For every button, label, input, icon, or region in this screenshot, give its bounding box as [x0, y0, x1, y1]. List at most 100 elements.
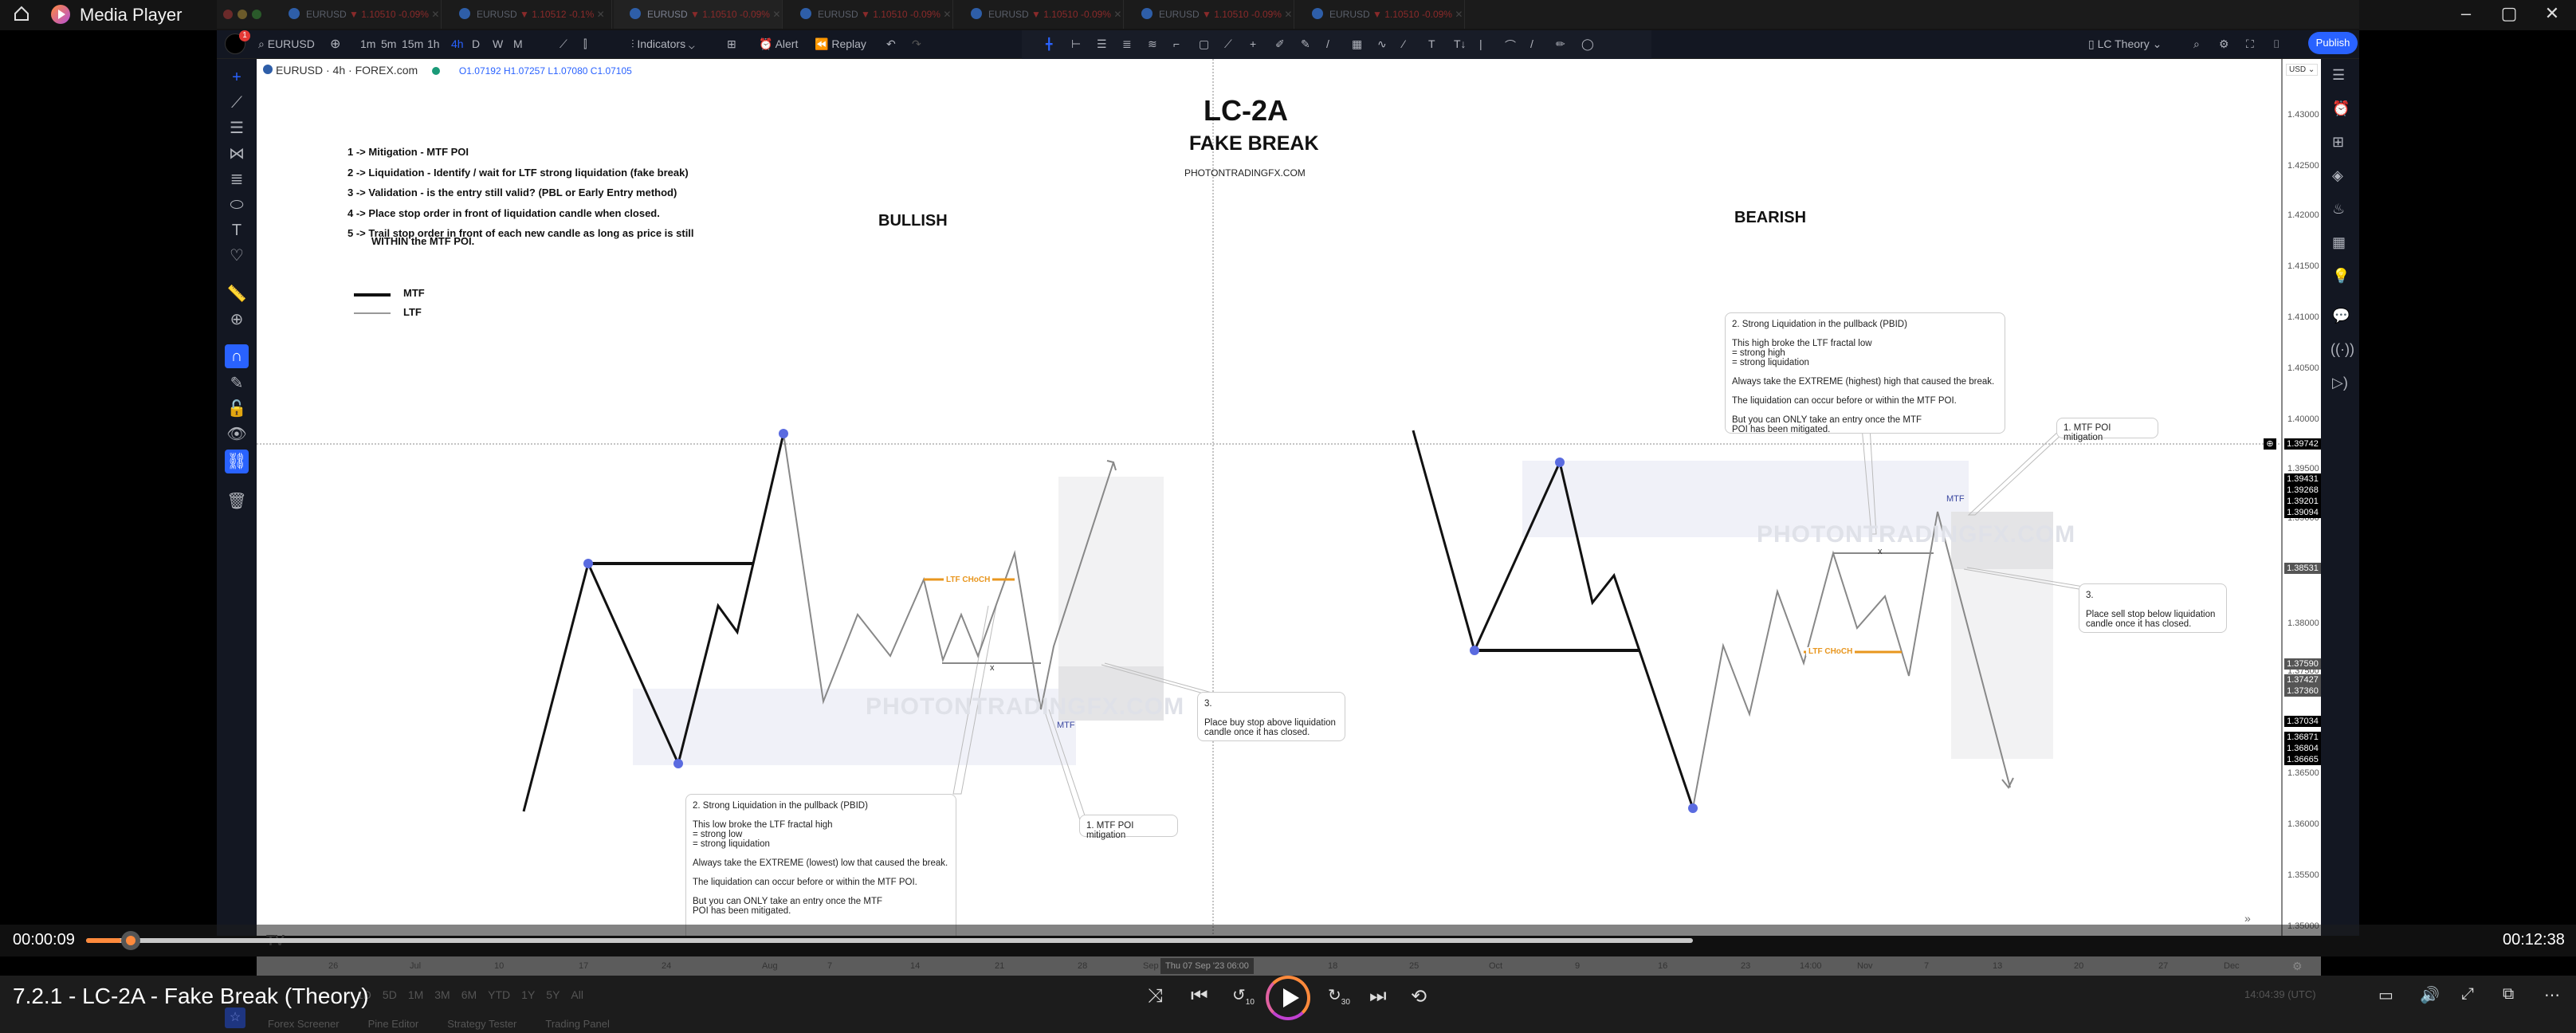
trash-icon[interactable]: 🗑 [225, 489, 249, 513]
panel-tab[interactable]: Trading Panel [545, 1018, 609, 1030]
hide-drawings-eye-icon[interactable]: 👁 [225, 422, 249, 446]
more-options-icon[interactable]: ⋯ [2544, 985, 2560, 1005]
range-1M[interactable]: 1M [408, 988, 423, 1001]
bearish-entry-note[interactable]: 3. Place sell stop below liquidation can… [2079, 583, 2227, 633]
chat-icon[interactable]: 💬 [2332, 308, 2350, 324]
browser-tab[interactable]: EURUSD ▼ 1.10510 -0.09% ✕ [1296, 0, 1465, 29]
skip-forward-30-icon[interactable]: ↻30 [1328, 985, 1350, 1007]
close-tab-icon[interactable]: ✕ [597, 9, 605, 20]
bullish-swing-low-point[interactable] [673, 759, 683, 768]
curve-icon[interactable]: ⌒ [1505, 37, 1516, 53]
mac-minimize-dot-icon[interactable] [238, 10, 247, 19]
snapshot-camera-icon[interactable]: ⌷ [2273, 37, 2280, 51]
measure-ruler-icon[interactable]: 📏 [225, 282, 249, 306]
publish-button[interactable]: Publish [2308, 32, 2358, 54]
bullish-liquidation-note[interactable]: 2. Strong Liquidation in the pullback (P… [685, 794, 956, 936]
browser-tab[interactable]: EURUSD ▼ 1.10510 -0.09% ✕ [1125, 0, 1294, 29]
close-tab-icon[interactable]: ✕ [1455, 9, 1463, 20]
mac-close-dot-icon[interactable] [223, 10, 233, 19]
close-tab-icon[interactable]: ✕ [1113, 9, 1121, 20]
parallel-channel-icon[interactable]: ☰ [1097, 37, 1107, 51]
favorite-star-icon[interactable]: ☆ [225, 1007, 245, 1028]
timeframe-15m[interactable]: 15m [402, 37, 423, 50]
indicators-button[interactable]: ⫶ Indicators ⌄ [631, 37, 695, 51]
layers-icon[interactable]: ◈ [2332, 167, 2343, 184]
add-alert-plus-icon[interactable]: ⊕ [2264, 438, 2276, 450]
data-window-icon[interactable]: ⊞ [2332, 134, 2344, 151]
alert-button[interactable]: ⏰ Alert [759, 37, 798, 51]
maximize-button[interactable]: ▢ [2493, 3, 2525, 24]
vertical-line-icon[interactable]: | [1479, 37, 1482, 50]
close-tab-icon[interactable]: ✕ [431, 9, 439, 20]
fib-retracement-icon[interactable]: ≣ [1122, 37, 1132, 51]
mac-zoom-dot-icon[interactable] [252, 10, 261, 19]
shapes-tool-icon[interactable]: ⬭ [225, 193, 249, 217]
range-5D[interactable]: 5D [383, 988, 397, 1001]
bullish-high-point[interactable] [779, 429, 788, 438]
undo-icon[interactable]: ↶ [886, 37, 896, 51]
range-3M[interactable]: 3M [434, 988, 450, 1001]
pencil-icon[interactable]: ✏ [1556, 37, 1565, 51]
browser-tab[interactable]: EURUSD ▼ 1.10510 -0.09% ✕ [784, 0, 953, 29]
replay-button[interactable]: ⏪ Replay [815, 37, 866, 51]
range-YTD[interactable]: YTD [488, 988, 510, 1001]
browser-tab[interactable]: EURUSD ▼ 1.10510 -0.09% ✕ [955, 0, 1124, 29]
cast-icon[interactable]: ⧉ [2503, 985, 2514, 1004]
shuffle-icon[interactable]: ⤨ [1148, 985, 1163, 1007]
trend-line-icon[interactable]: / [1530, 37, 1533, 50]
seek-bar[interactable] [86, 938, 1693, 943]
timeframe-M[interactable]: M [513, 37, 523, 50]
layout-selector[interactable]: ▯ LC Theory ⌄ [2088, 37, 2162, 51]
compare-add-icon[interactable]: ⊕ [330, 36, 340, 52]
range-All[interactable]: All [571, 988, 583, 1001]
panel-tab[interactable]: Strategy Tester [447, 1018, 516, 1030]
bullish-swing-high-point[interactable] [583, 559, 593, 568]
price-axis[interactable]: USD ⌄ 1.43000 1.42500 1.42000 1.41500 1.4100… [2281, 59, 2321, 936]
close-button[interactable]: ✕ [2536, 3, 2568, 24]
fullscreen-expand-icon[interactable]: ⤢ [2461, 985, 2474, 1004]
path-icon[interactable]: ⟋ [1224, 37, 1232, 51]
browser-tab[interactable]: EURUSD ▼ 1.10510 -0.09% ✕ [614, 0, 783, 29]
range-6M[interactable]: 6M [461, 988, 477, 1001]
time-axis[interactable]: 26 Jul 10 17 24 Aug 7 14 21 28 Sep 18 25 Oct 9 16 23 14:0… [257, 956, 2321, 976]
fullscreen-icon[interactable]: ⛶ [2246, 37, 2254, 51]
candlestick-icon[interactable]: ⫿ [583, 37, 587, 51]
polyline-icon[interactable]: ∿ [1377, 37, 1387, 51]
text-tool-icon[interactable]: T [225, 218, 249, 242]
pattern-tool-icon[interactable]: ⋈ [225, 142, 249, 166]
bearish-low-point[interactable] [1688, 803, 1698, 813]
ellipse-icon[interactable]: ◯ [1581, 37, 1594, 51]
hotlist-flame-icon[interactable]: ♨ [2332, 201, 2345, 218]
streams-icon[interactable]: ((·)) [2331, 341, 2354, 358]
timeframe-1h[interactable]: 1h [427, 37, 440, 50]
bearish-swing-high-point[interactable] [1555, 458, 1565, 467]
trend-line-tool-icon[interactable]: ⟋ [225, 91, 249, 115]
pen-icon[interactable]: / [1326, 37, 1329, 50]
symbol-search-button[interactable]: ⌕ EURUSD [258, 37, 315, 51]
currency-selector[interactable]: USD ⌄ [2286, 64, 2319, 76]
calendar-icon[interactable]: ▦ [2332, 234, 2346, 251]
templates-grid-icon[interactable]: ⊞ [727, 37, 736, 51]
ruler-icon[interactable]: ⁄ [1403, 37, 1404, 50]
redo-icon[interactable]: ↷ [912, 37, 921, 51]
text-icon[interactable]: T [1428, 37, 1435, 50]
bullish-entry-note[interactable]: 3. Place buy stop above liquidation cand… [1197, 692, 1345, 741]
play-button[interactable] [1266, 976, 1310, 1020]
chart-canvas[interactable]: EURUSD · 4h · FOREX.com O1.07192 H1.0725… [257, 59, 2281, 936]
settings-gear-icon[interactable]: ⚙ [2219, 37, 2229, 51]
range-1Y[interactable]: 1Y [521, 988, 535, 1001]
bearish-liquidation-note[interactable]: 2. Strong Liquidation in the pullback (P… [1725, 312, 2005, 434]
volume-icon[interactable]: 🔊 [2420, 985, 2440, 1005]
line-chart-icon[interactable]: ⟋ [560, 37, 567, 51]
favorites-heart-icon[interactable]: ♡ [225, 244, 249, 268]
fib-extension-icon[interactable]: ≋ [1148, 37, 1157, 51]
magnet-icon[interactable]: ∩ [225, 344, 249, 368]
zoom-in-icon[interactable]: ⊕ [225, 308, 249, 332]
forecast-tool-icon[interactable]: ≣ [225, 167, 249, 191]
browser-tab[interactable]: EURUSD ▼ 1.10512 -0.1% ✕ [443, 0, 612, 29]
symbol-legend[interactable]: EURUSD · 4h · FOREX.com O1.07192 H1.0725… [263, 64, 632, 77]
brush-icon[interactable]: ✐ [1275, 37, 1285, 51]
skip-back-10-icon[interactable]: ↺10 [1232, 985, 1255, 1007]
panel-tab[interactable]: Pine Editor [368, 1018, 419, 1030]
seek-thumb[interactable] [121, 931, 141, 950]
